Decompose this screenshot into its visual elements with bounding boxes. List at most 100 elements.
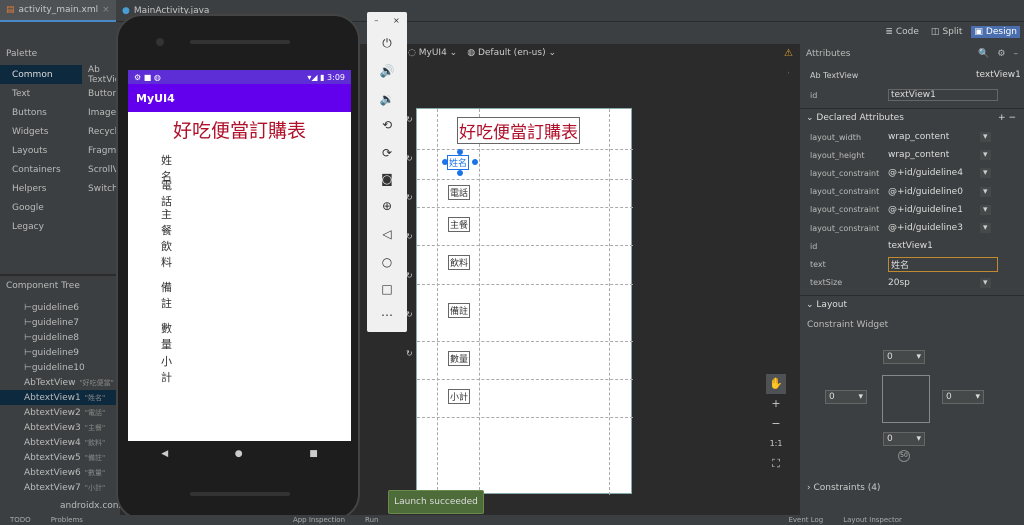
blueprint-label[interactable]: 飲料 (448, 255, 471, 270)
attribute-row[interactable]: textSize 20sp ▾ (800, 274, 1024, 292)
tree-row-guideline6[interactable]: ⊢ guideline6 (0, 300, 120, 315)
palette-category-buttons[interactable]: Buttons (0, 103, 82, 122)
anchor-handle[interactable] (472, 159, 478, 165)
remove-icon[interactable]: − (1008, 113, 1016, 123)
anchor-handle[interactable] (442, 159, 448, 165)
guideline-horizontal[interactable] (417, 284, 633, 285)
guideline-horizontal[interactable] (417, 149, 633, 150)
vertical-bias-knob[interactable]: 50 (898, 450, 910, 462)
zoom-out-icon[interactable]: − (766, 414, 786, 434)
guideline-horizontal[interactable] (417, 207, 633, 208)
tree-row-textview1[interactable]: Ab textView1 "姓名" (0, 390, 120, 405)
attribute-value[interactable]: @+id/guideline0 (888, 187, 963, 197)
guideline-horizontal[interactable] (417, 417, 633, 418)
minimize-icon[interactable]: – (374, 16, 378, 25)
attribute-row[interactable]: layout_constraint... @+id/guideline3 ▾ (800, 219, 1024, 237)
chevron-down-icon[interactable]: ▾ (980, 204, 991, 215)
rotate-right-icon[interactable]: ⟳ (367, 146, 407, 160)
back-icon[interactable]: ◀ (161, 449, 168, 459)
guideline-marker-icon[interactable]: ↻ (406, 217, 413, 256)
palette-category-helpers[interactable]: Helpers (0, 179, 82, 198)
selected-textview[interactable]: 姓名 (447, 155, 470, 170)
chevron-down-icon[interactable]: ▾ (980, 223, 991, 233)
volume-up-icon[interactable]: 🔊 (367, 64, 407, 78)
tree-row-guideline8[interactable]: ⊢ guideline8 (0, 330, 120, 345)
locale-selector[interactable]: ◍ Default (en-us) ⌄ (467, 48, 556, 58)
attribute-value[interactable]: textView1 (888, 241, 933, 251)
app-inspection-tab[interactable]: App Inspection (293, 516, 345, 524)
guideline-vertical[interactable] (479, 109, 480, 495)
tree-row-textview2[interactable]: Ab textView2 "電話" (0, 405, 120, 420)
minimize-icon[interactable]: – (1014, 49, 1019, 59)
attribute-value[interactable]: 姓名 (888, 256, 998, 272)
attribute-value[interactable]: @+id/guideline4 (888, 168, 963, 178)
constraints-section[interactable]: › Constraints (4) (807, 483, 880, 493)
guideline-horizontal[interactable] (417, 341, 633, 342)
palette-item[interactable]: FragmentContainerView (86, 141, 120, 160)
guideline-marker-icon[interactable]: ↻ (406, 256, 413, 295)
run-tab[interactable]: Run (365, 516, 378, 524)
guideline-marker-icon[interactable]: ↻ (406, 334, 413, 373)
blueprint-view[interactable]: 好吃便當訂購表 姓名 電話 主餐 飲料 備註 數量 小計 (416, 108, 633, 495)
event-log-tab[interactable]: Event Log (788, 516, 823, 524)
margin-right-field[interactable]: 0 ▾ (942, 390, 984, 404)
design-view-button[interactable]: ▣ Design (971, 26, 1020, 38)
chevron-down-icon[interactable]: ▾ (980, 168, 991, 179)
palette-item[interactable]: Switch (86, 179, 120, 198)
chevron-down-icon[interactable]: ▾ (980, 150, 991, 161)
attribute-row[interactable]: layout_constraint... @+id/guideline4 ▾ (800, 164, 1024, 182)
warning-icon[interactable]: ⚠ (784, 48, 793, 59)
blueprint-label[interactable]: 備註 (448, 303, 471, 318)
guideline-horizontal[interactable] (417, 379, 633, 380)
guideline-vertical[interactable] (609, 109, 610, 495)
close-icon[interactable]: × (393, 16, 400, 25)
search-icon[interactable]: 🔍 (978, 49, 989, 59)
palette-category-google[interactable]: Google (0, 198, 82, 217)
attribute-row[interactable]: id textView1 (800, 237, 1024, 255)
attribute-value[interactable]: @+id/guideline1 (888, 205, 963, 215)
attribute-row[interactable]: text 姓名 (800, 255, 1024, 273)
palette-category-containers[interactable]: Containers (0, 160, 82, 179)
layout-section[interactable]: ⌄ Layout (800, 295, 1024, 313)
id-input[interactable]: textView1 (888, 89, 998, 101)
tree-row-textview5[interactable]: Ab textView5 "備註" (0, 450, 120, 465)
screenshot-icon[interactable]: ◙ (367, 172, 407, 186)
attribute-row[interactable]: layout_width wrap_content ▾ (800, 128, 1024, 146)
blueprint-heading[interactable]: 好吃便當訂購表 (457, 117, 580, 144)
chevron-down-icon[interactable]: ▾ (980, 186, 991, 197)
blueprint-label[interactable]: 小計 (448, 389, 471, 404)
device-selector[interactable]: ◌ MyUI4 ⌄ (408, 48, 457, 58)
split-view-button[interactable]: ◫ Split (928, 26, 965, 38)
tree-row-textview7[interactable]: Ab textView7 "小計" (0, 480, 120, 495)
attribute-value[interactable]: wrap_content (888, 150, 949, 160)
margin-bottom-field[interactable]: 0 ▾ (883, 432, 925, 446)
palette-category-text[interactable]: Text (0, 84, 82, 103)
blueprint-label[interactable]: 數量 (448, 351, 471, 366)
gear-icon[interactable]: ⚙ (997, 49, 1005, 59)
guideline-horizontal[interactable] (417, 245, 633, 246)
tree-row-guideline7[interactable]: ⊢ guideline7 (0, 315, 120, 330)
palette-item[interactable]: ImageView (86, 103, 120, 122)
tree-row-guideline9[interactable]: ⊢ guideline9 (0, 345, 120, 360)
chevron-down-icon[interactable]: ▾ (980, 277, 991, 288)
attribute-row[interactable]: layout_constraint... @+id/guideline1 ▾ (800, 201, 1024, 219)
back-icon[interactable]: ◁ (367, 227, 407, 241)
tab-activity-main[interactable]: ▤ activity_main.xml × (0, 0, 116, 22)
zoom-in-icon[interactable]: + (766, 394, 786, 414)
attribute-value[interactable]: 20sp (888, 278, 910, 288)
overview-icon[interactable]: □ (367, 282, 407, 296)
volume-down-icon[interactable]: 🔉 (367, 92, 407, 106)
tree-row-textview3[interactable]: Ab textView3 "主餐" (0, 420, 120, 435)
home-icon[interactable]: ○ (367, 255, 407, 269)
guideline-marker-icon[interactable]: ↻ (406, 295, 413, 334)
anchor-handle[interactable] (457, 149, 463, 155)
palette-item[interactable]: Button (86, 84, 120, 103)
margin-top-field[interactable]: 0 ▾ (883, 350, 925, 364)
attribute-value[interactable]: wrap_content (888, 132, 949, 142)
power-icon[interactable]: ⏻ (367, 36, 407, 51)
blueprint-label[interactable]: 電話 (448, 185, 471, 200)
rotate-left-icon[interactable]: ⟲ (367, 118, 407, 132)
actual-size-icon[interactable]: 1:1 (766, 434, 786, 454)
attribute-value[interactable]: @+id/guideline3 (888, 223, 963, 233)
zoom-icon[interactable]: ⊕ (367, 199, 407, 213)
